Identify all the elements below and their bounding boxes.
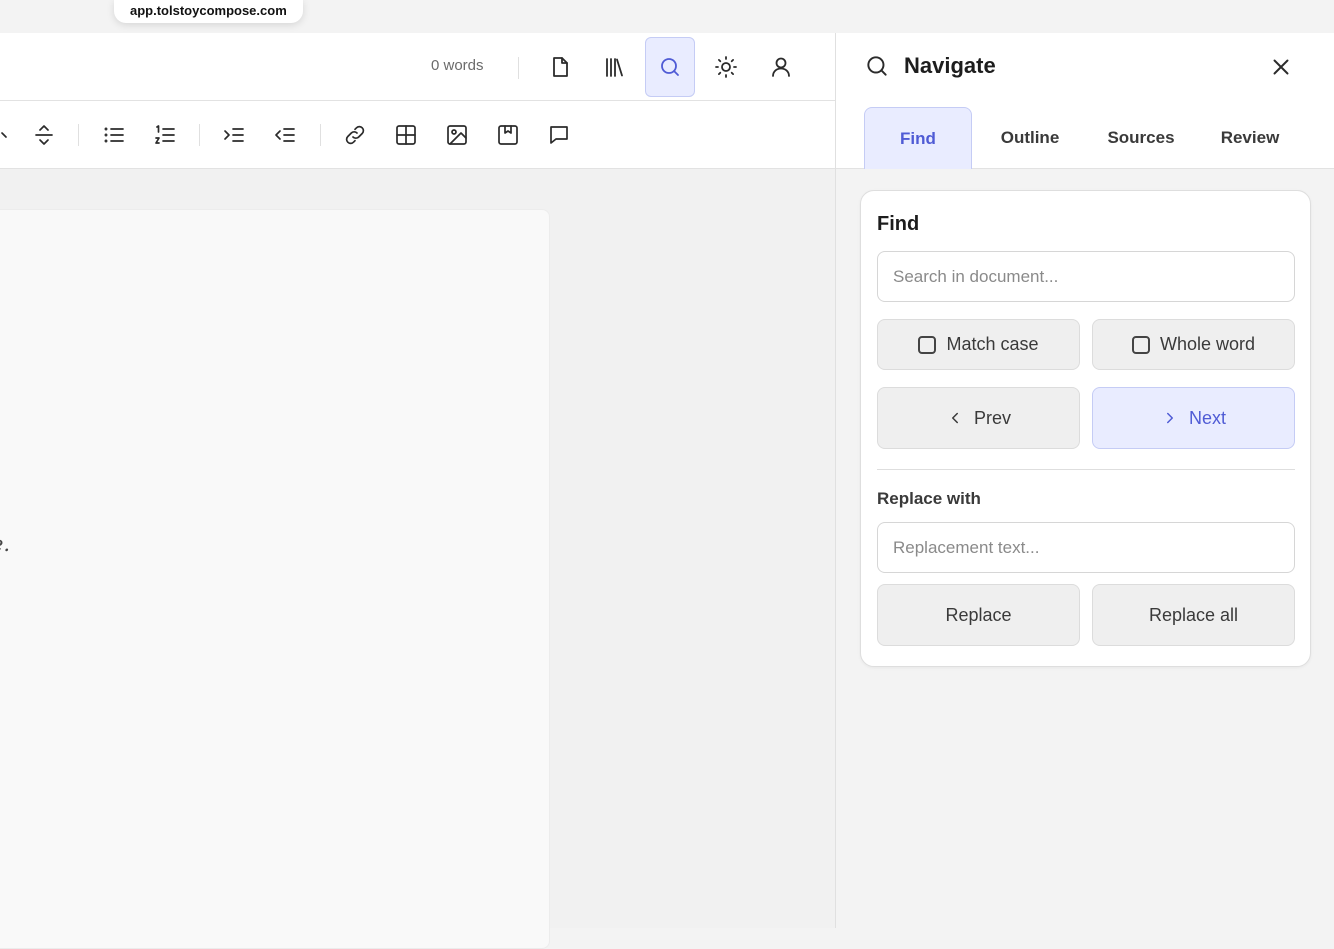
chevron-right-icon [1161, 409, 1179, 427]
chevron-left-icon [946, 409, 964, 427]
document-icon [553, 57, 568, 77]
find-card: Find Match case Whole word Prev Next Rep… [860, 190, 1311, 667]
toolbar-divider [199, 124, 200, 146]
whole-word-toggle[interactable]: Whole word [1092, 319, 1295, 370]
account-button[interactable] [756, 37, 806, 97]
table-button[interactable] [392, 121, 420, 149]
panel-header: Navigate Find Outline Sources Review [836, 33, 1334, 169]
search-icon [867, 56, 887, 76]
word-count: 0 words [431, 57, 484, 74]
document-page[interactable]: e. [0, 209, 550, 949]
next-button[interactable]: Next [1092, 387, 1295, 449]
match-case-toggle[interactable]: Match case [877, 319, 1080, 370]
whole-word-checkbox[interactable] [1131, 335, 1150, 354]
url-pill[interactable]: app.tolstoycompose.com [114, 0, 303, 23]
whole-word-label: Whole word [1159, 334, 1256, 354]
indent-button[interactable] [220, 121, 248, 149]
close-panel-button[interactable] [1268, 54, 1294, 80]
section-divider [877, 469, 1295, 470]
chevron-icon [1, 132, 7, 138]
link-button[interactable] [341, 121, 369, 149]
replace-all-button[interactable]: Replace all [1092, 584, 1295, 646]
theme-toggle-button[interactable] [701, 37, 751, 97]
indent-icon [224, 128, 244, 142]
toolbar-divider [78, 124, 79, 146]
toolbar-divider [518, 57, 519, 79]
editor-area: 0 words . [0, 33, 835, 949]
comment-icon [550, 126, 568, 144]
search-icon [661, 58, 679, 76]
navigate-panel: Navigate Find Outline Sources Review Fin… [835, 33, 1334, 928]
next-label: Next [1188, 407, 1226, 428]
search-input[interactable] [877, 251, 1295, 302]
theme-sun-icon [715, 56, 737, 78]
bullet-list-icon [104, 127, 124, 143]
format-button-partial[interactable] [0, 121, 12, 149]
bookmark-button[interactable] [494, 121, 522, 149]
match-case-label: Match case [946, 334, 1039, 354]
match-case-checkbox[interactable] [918, 335, 937, 354]
link-icon [345, 125, 365, 145]
numbered-list-icon [155, 125, 175, 144]
replace-title: Replace with [877, 489, 981, 508]
library-button[interactable] [590, 37, 640, 97]
panel-search-icon-wrap [864, 53, 890, 79]
document-button[interactable] [535, 37, 585, 97]
replace-button[interactable]: Replace [877, 584, 1080, 646]
bullet-list-button[interactable] [100, 121, 128, 149]
outdent-icon [275, 128, 295, 142]
search-button[interactable] [645, 37, 695, 97]
strikethrough-icon [35, 125, 53, 145]
image-icon [447, 125, 467, 145]
comment-button[interactable] [545, 121, 573, 149]
tab-sources[interactable]: Sources [1087, 107, 1195, 169]
editor-topbar: 0 words [0, 33, 835, 101]
toolbar-divider [320, 124, 321, 146]
outdent-button[interactable] [271, 121, 299, 149]
prev-button[interactable]: Prev [877, 387, 1080, 449]
numbered-list-button[interactable] [151, 121, 179, 149]
format-toolbar [0, 101, 835, 169]
bookmark-icon [498, 125, 518, 145]
browser-bar: app.tolstoycompose.com [0, 0, 1334, 33]
strikethrough-button[interactable] [30, 121, 58, 149]
image-button[interactable] [443, 121, 471, 149]
close-icon [1273, 59, 1289, 75]
table-icon [396, 125, 416, 145]
page-text-fragment[interactable]: e. [0, 532, 10, 556]
replace-input[interactable] [877, 522, 1295, 573]
tab-outline[interactable]: Outline [976, 107, 1084, 169]
find-title: Find [877, 213, 920, 235]
prev-label: Prev [973, 407, 1011, 428]
tab-find[interactable]: Find [864, 107, 972, 169]
panel-title: Navigate [904, 53, 996, 78]
user-icon [772, 57, 790, 77]
library-icon [606, 58, 623, 77]
tab-review[interactable]: Review [1196, 107, 1304, 169]
